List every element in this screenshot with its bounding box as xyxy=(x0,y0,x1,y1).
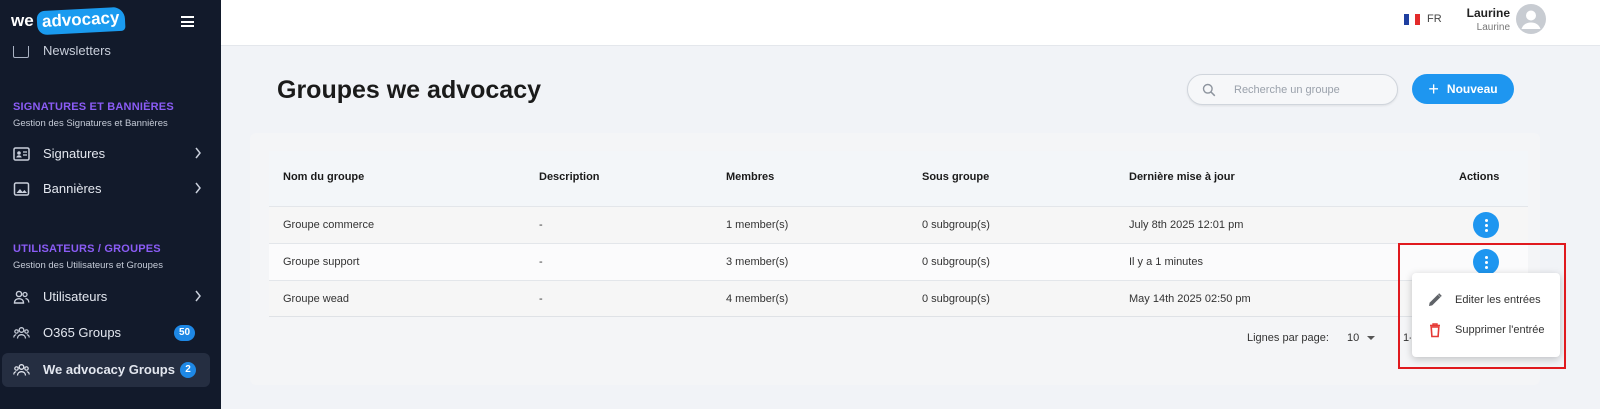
cell-subgroups: 0 subgroup(s) xyxy=(922,256,990,268)
search-box xyxy=(1187,74,1398,105)
sidebar-item-label: Signatures xyxy=(43,146,106,161)
cell-description: - xyxy=(539,256,543,268)
sidebar-item-bannieres[interactable]: Bannières xyxy=(0,172,221,206)
image-icon xyxy=(13,182,30,196)
cell-name: Groupe support xyxy=(283,256,360,268)
cell-members: 4 member(s) xyxy=(726,293,789,305)
chevron-right-icon xyxy=(195,182,201,194)
sidebar-item-o365-groups[interactable]: O365 Groups 50 xyxy=(0,316,221,350)
top-bar: FR Laurine Laurine xyxy=(221,0,1600,46)
column-header[interactable]: Sous groupe xyxy=(922,171,989,183)
table-row[interactable]: Groupe support - 3 member(s) 0 subgroup(… xyxy=(269,243,1528,280)
logo-advocacy: advocacy xyxy=(36,6,125,36)
sidebar-item-label: Bannières xyxy=(43,181,102,196)
cell-description: - xyxy=(539,219,543,231)
column-header[interactable]: Membres xyxy=(726,171,774,183)
user-subtitle: Laurine xyxy=(1476,22,1510,33)
groups-table: Nom du groupe Description Membres Sous g… xyxy=(269,151,1528,317)
table-row[interactable]: Groupe commerce - 1 member(s) 0 subgroup… xyxy=(269,206,1528,243)
count-badge: 50 xyxy=(174,325,196,341)
caret-down-icon xyxy=(1367,336,1376,340)
section-subtitle-signatures: Gestion des Signatures et Bannières xyxy=(13,118,168,129)
page-title: Groupes we advocacy xyxy=(277,76,542,104)
highlight-box xyxy=(1398,243,1566,369)
table-row[interactable]: Groupe wead - 4 member(s) 0 subgroup(s) … xyxy=(269,280,1528,317)
cell-name: Groupe wead xyxy=(283,293,350,305)
cell-subgroups: 0 subgroup(s) xyxy=(922,219,990,231)
cell-subgroups: 0 subgroup(s) xyxy=(922,293,990,305)
table-header: Nom du groupe Description Membres Sous g… xyxy=(269,151,1528,206)
new-button-label: Nouveau xyxy=(1446,82,1498,96)
sidebar-item-utilisateurs[interactable]: Utilisateurs xyxy=(0,280,221,314)
section-subtitle-utilisateurs: Gestion des Utilisateurs et Groupes xyxy=(13,260,163,271)
sidebar-item-we-advocacy-groups[interactable]: We advocacy Groups 2 xyxy=(2,353,210,387)
section-title-utilisateurs: UTILISATEURS / GROUPES xyxy=(13,243,161,255)
sidebar: Newsletters we advocacy SIGNATURES ET BA… xyxy=(0,0,221,409)
france-flag-icon xyxy=(1404,13,1420,25)
group-icon xyxy=(13,327,30,339)
cell-name: Groupe commerce xyxy=(283,219,375,231)
language-selector[interactable]: FR xyxy=(1404,13,1442,25)
sidebar-item-label: We advocacy Groups xyxy=(43,362,175,377)
cell-updated: May 14th 2025 02:50 pm xyxy=(1129,293,1251,305)
chevron-right-icon xyxy=(195,290,201,302)
brand-bar: we advocacy xyxy=(0,0,221,46)
count-badge: 2 xyxy=(180,362,196,378)
logo[interactable]: we advocacy xyxy=(11,6,125,36)
language-label: FR xyxy=(1427,13,1442,25)
rows-per-page-select[interactable]: 10 xyxy=(1347,332,1376,344)
cell-members: 1 member(s) xyxy=(726,219,789,231)
avatar[interactable] xyxy=(1516,4,1546,34)
table-divider xyxy=(269,316,1528,317)
logo-we: we xyxy=(11,11,34,30)
column-header[interactable]: Description xyxy=(539,171,600,183)
cell-members: 3 member(s) xyxy=(726,256,789,268)
column-header[interactable]: Nom du groupe xyxy=(283,171,364,183)
cell-updated: July 8th 2025 12:01 pm xyxy=(1129,219,1244,231)
cell-updated: Il y a 1 minutes xyxy=(1129,256,1203,268)
menu-toggle-icon[interactable] xyxy=(181,16,194,27)
users-icon xyxy=(13,290,30,304)
sidebar-item-label: Utilisateurs xyxy=(43,289,108,304)
user-name: Laurine xyxy=(1466,6,1510,20)
user-avatar-icon xyxy=(1521,10,1541,29)
plus-icon: + xyxy=(1428,79,1439,99)
rows-per-page-label: Lignes par page: xyxy=(1247,332,1329,344)
sidebar-item-label: O365 Groups xyxy=(43,325,122,340)
rows-per-page-value: 10 xyxy=(1347,332,1360,344)
section-title-signatures: SIGNATURES ET BANNIÈRES xyxy=(13,101,174,113)
sidebar-item-signatures[interactable]: Signatures xyxy=(0,137,221,171)
search-input[interactable] xyxy=(1234,81,1384,99)
search-icon xyxy=(1202,83,1216,97)
row-actions-button[interactable] xyxy=(1473,212,1499,238)
group-icon xyxy=(13,364,30,376)
column-header[interactable]: Dernière mise à jour xyxy=(1129,171,1235,183)
chevron-right-icon xyxy=(195,147,201,159)
new-group-button[interactable]: + Nouveau xyxy=(1412,74,1514,104)
column-header: Actions xyxy=(1459,171,1500,183)
cell-description: - xyxy=(539,293,543,305)
id-card-icon xyxy=(13,147,30,161)
